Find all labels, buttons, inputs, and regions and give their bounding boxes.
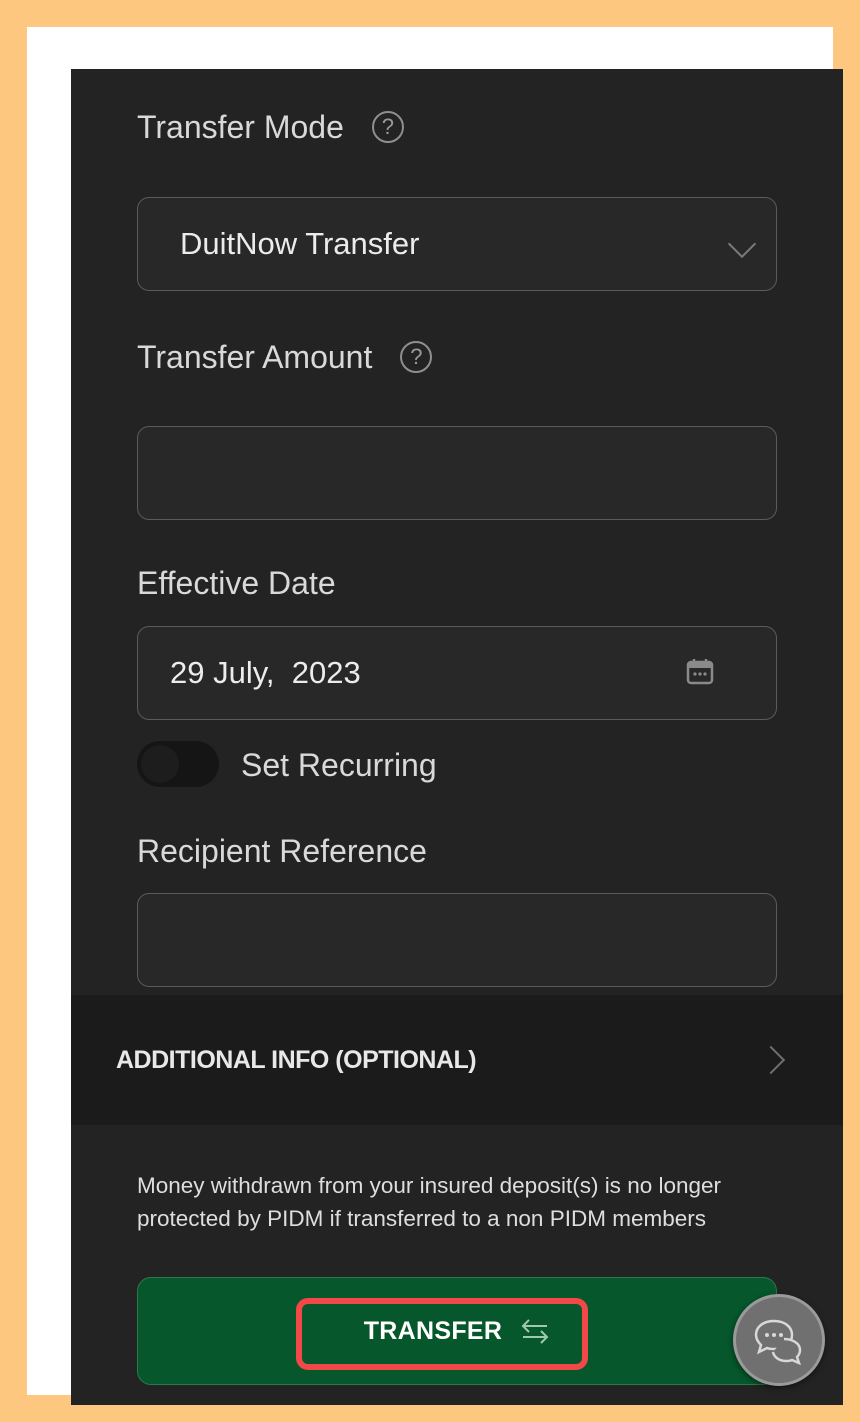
swap-arrows-icon [521, 1319, 549, 1344]
additional-info-row[interactable]: ADDITIONAL INFO (OPTIONAL) [71, 995, 843, 1125]
transfer-form-screen: Transfer Mode ? DuitNow Transfer Transfe… [71, 69, 843, 1405]
transfer-button-content: TRANSFER [138, 1278, 776, 1384]
additional-info-title: ADDITIONAL INFO (OPTIONAL) [116, 1045, 477, 1074]
calendar-icon[interactable] [686, 657, 714, 685]
transfer-button-label: TRANSFER [363, 1316, 503, 1345]
recipient-reference-input[interactable] [137, 893, 777, 987]
recurring-toggle[interactable] [137, 741, 219, 787]
transfer-mode-label: Transfer Mode ? [137, 109, 404, 145]
recurring-label: Set Recurring [241, 747, 437, 783]
recipient-reference-label-text: Recipient Reference [137, 833, 427, 869]
pidm-disclaimer: Money withdrawn from your insured deposi… [137, 1173, 722, 1231]
screenshot-frame: Transfer Mode ? DuitNow Transfer Transfe… [27, 27, 843, 1405]
chevron-right-icon [756, 1045, 786, 1075]
question-circle-icon[interactable]: ? [400, 341, 433, 373]
toggle-knob [141, 745, 179, 783]
chat-button[interactable] [733, 1294, 825, 1386]
transfer-mode-select[interactable]: DuitNow Transfer [137, 197, 777, 291]
transfer-button[interactable]: TRANSFER [137, 1277, 777, 1385]
transfer-amount-label-text: Transfer Amount [137, 339, 373, 375]
effective-date-value: 29 July, 2023 [170, 655, 361, 690]
chat-bubbles-icon [754, 1319, 802, 1365]
transfer-mode-label-text: Transfer Mode [137, 109, 344, 145]
effective-date-field[interactable]: 29 July, 2023 [137, 626, 777, 720]
chevron-down-icon [727, 229, 757, 259]
effective-date-label-text: Effective Date [137, 565, 336, 601]
transfer-amount-input[interactable] [137, 426, 777, 520]
transfer-mode-value: DuitNow Transfer [180, 226, 420, 261]
transfer-amount-label: Transfer Amount ? [137, 339, 433, 375]
question-circle-icon[interactable]: ? [371, 111, 404, 143]
effective-date-label: Effective Date [137, 565, 336, 601]
recipient-reference-label: Recipient Reference [137, 833, 427, 869]
